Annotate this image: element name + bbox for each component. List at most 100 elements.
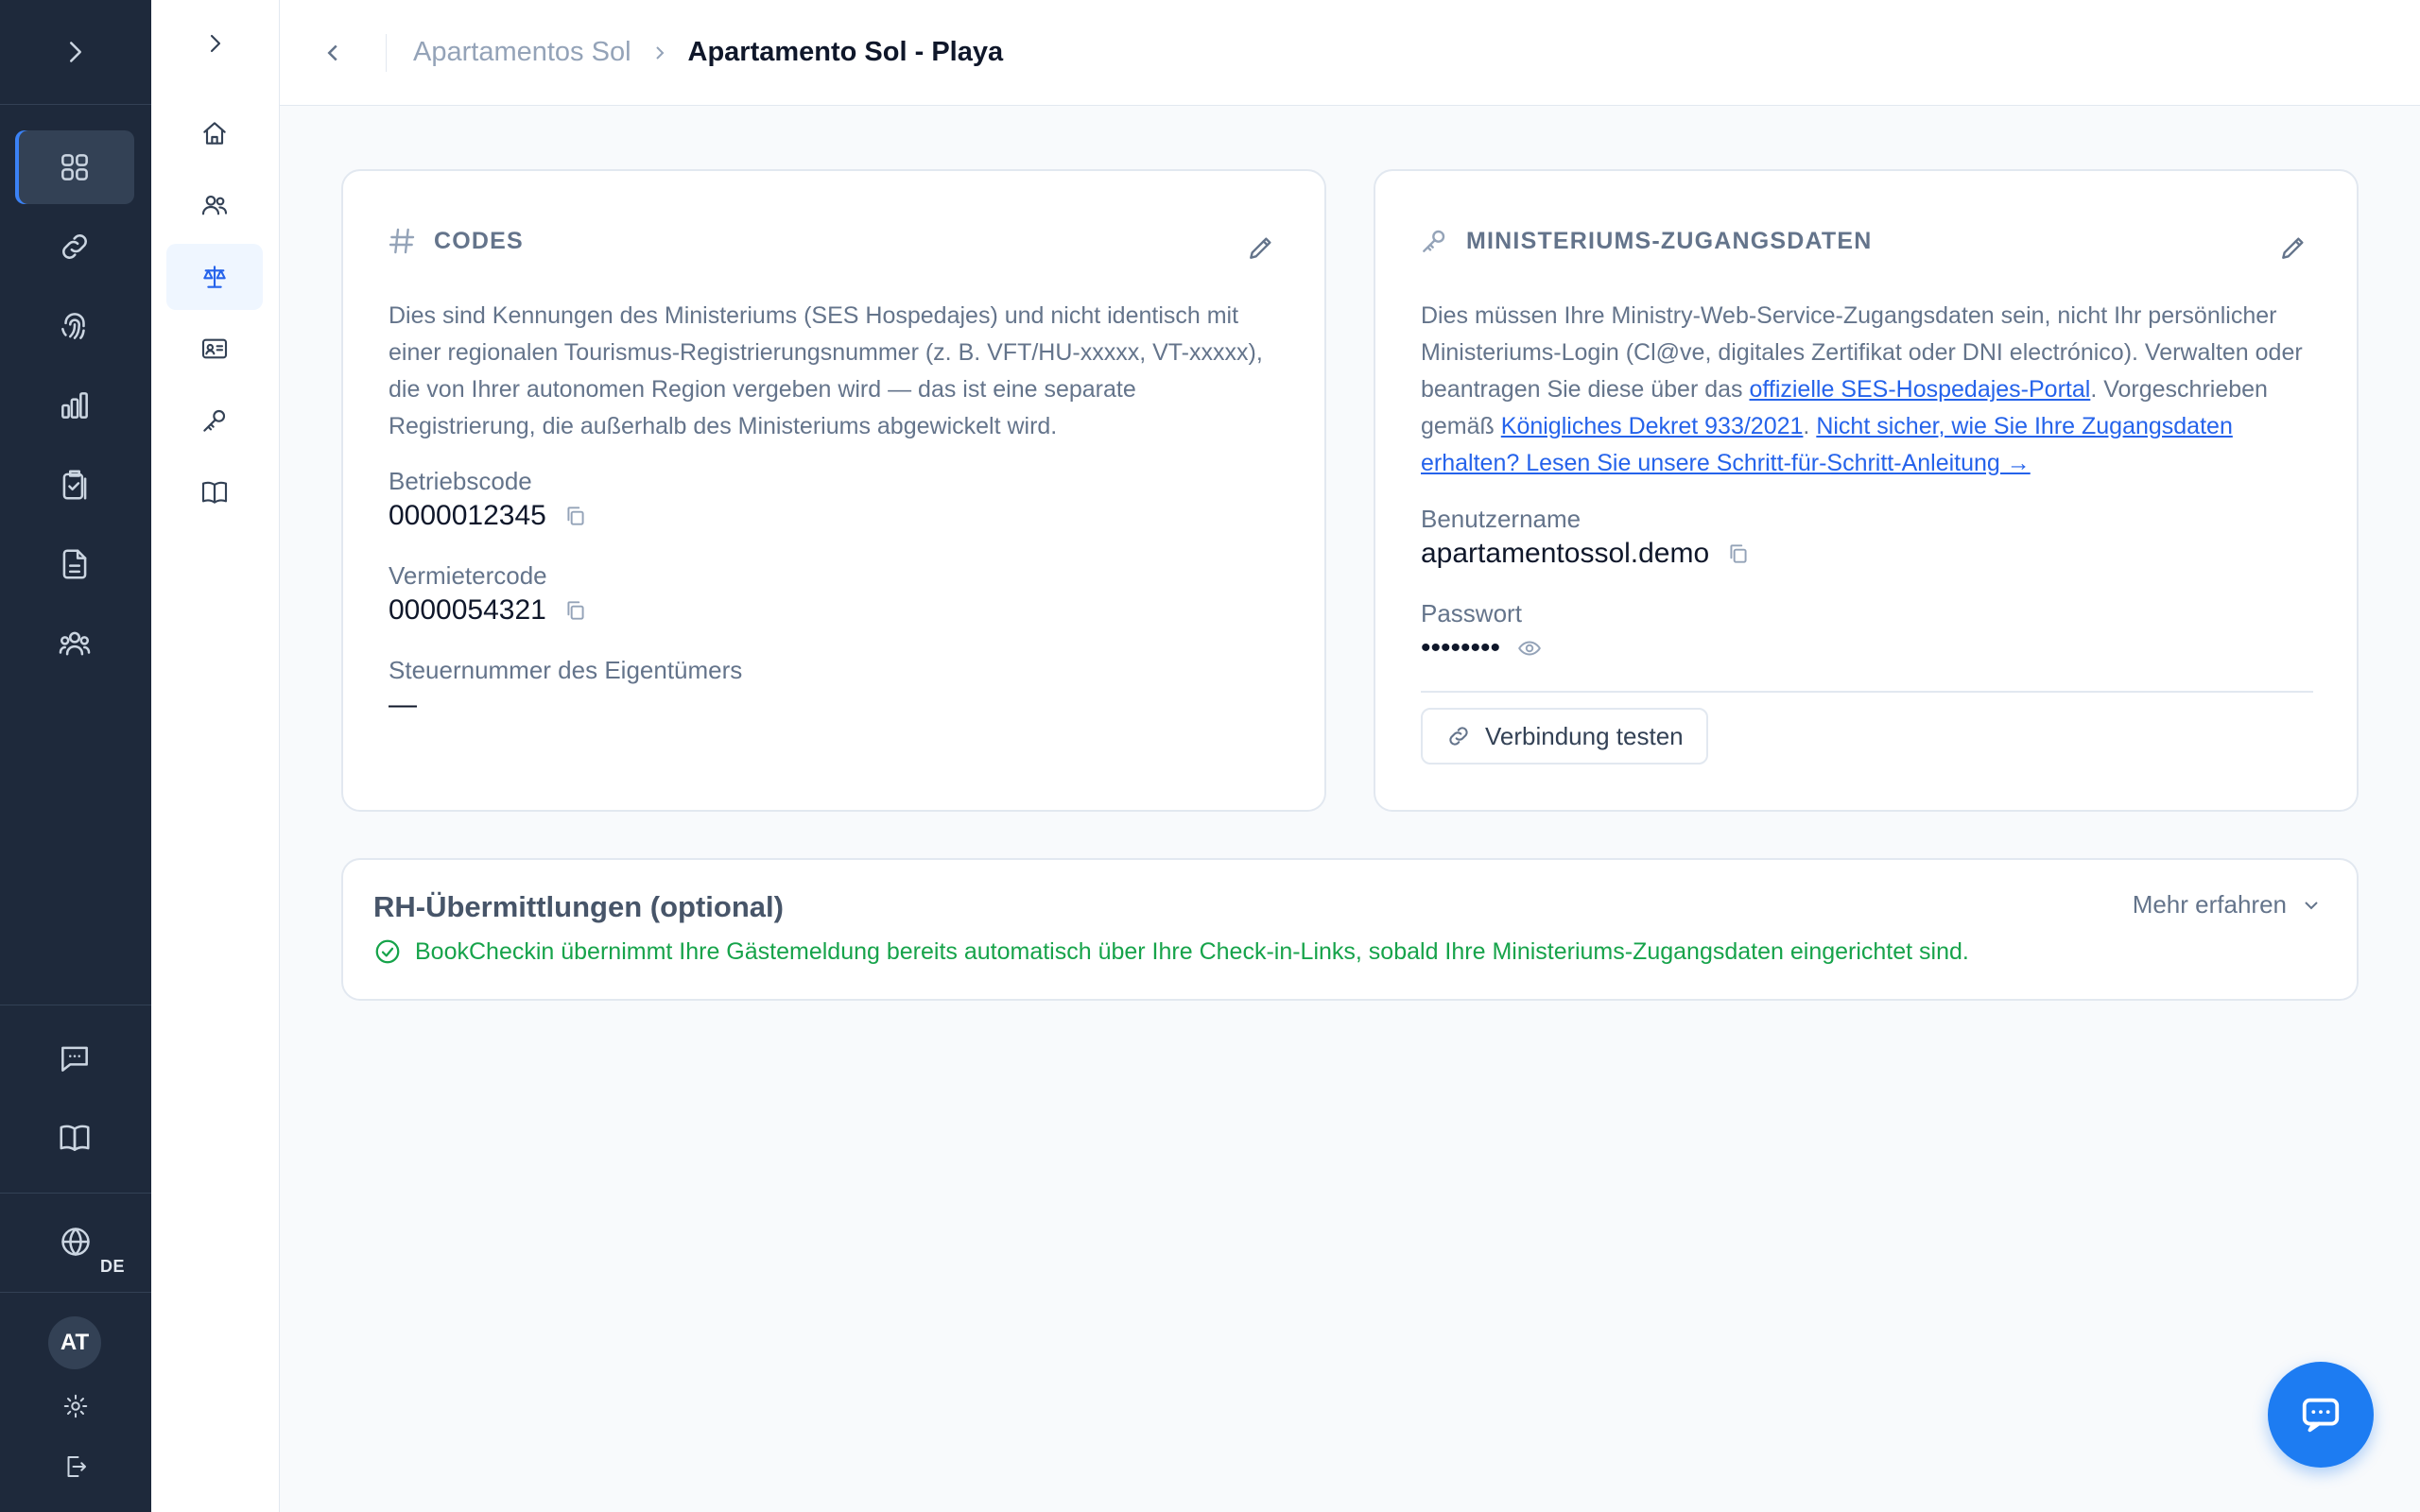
key-icon <box>1423 230 1445 252</box>
pencil-icon <box>2282 237 2304 259</box>
book-icon <box>60 1125 90 1151</box>
logout-icon <box>67 1456 86 1477</box>
language-switcher[interactable] <box>0 1194 151 1289</box>
learn-more-label: Mehr erfahren <box>2132 890 2287 919</box>
copy-icon[interactable] <box>563 504 588 528</box>
avatar[interactable]: AT <box>48 1316 101 1369</box>
subnav-item-home[interactable] <box>166 100 263 166</box>
field-label-password: Passwort <box>1421 599 1522 627</box>
field-value-vermietercode: 0000054321 <box>389 594 588 627</box>
rail-item-team[interactable] <box>15 607 134 680</box>
rail-item-statistics[interactable] <box>15 369 134 442</box>
rail-item-dashboard[interactable] <box>15 130 134 204</box>
rh-submissions-card: RH-Übermittlungen (optional) Mehr erfahr… <box>341 858 2359 1001</box>
logout-button[interactable] <box>0 1443 151 1490</box>
check-circle-icon <box>375 939 400 964</box>
hash-icon <box>389 228 415 254</box>
codes-card-heading: CODES <box>434 227 524 254</box>
field-value-steuernummer: — <box>389 689 417 721</box>
rail-divider <box>0 1292 151 1293</box>
globe-icon <box>61 1228 90 1256</box>
rail-item-documents[interactable] <box>15 527 134 601</box>
edit-credentials-button[interactable] <box>2275 230 2311 266</box>
link-icon <box>62 234 87 259</box>
breadcrumb-parent[interactable]: Apartamentos Sol <box>413 37 631 68</box>
betriebscode-value: 0000012345 <box>389 500 546 531</box>
test-connection-button[interactable]: Verbindung testen <box>1421 708 1708 765</box>
codes-card: CODES Dies sind Kennungen des Ministeriu… <box>341 169 1326 812</box>
rail-item-guide[interactable] <box>15 1101 134 1175</box>
chevron-left-icon <box>327 44 337 60</box>
page-header: Apartamentos Sol Apartamento Sol - Playa <box>280 0 2420 106</box>
gear-icon <box>63 1394 88 1418</box>
copy-icon[interactable] <box>1726 541 1751 566</box>
password-value: •••••••• <box>1421 632 1501 663</box>
chevron-right-icon <box>210 34 221 53</box>
eye-icon[interactable] <box>1517 636 1542 661</box>
royal-decree-link[interactable]: Königliches Dekret 933/2021 <box>1501 413 1804 439</box>
rh-card-title: RH-Übermittlungen (optional) <box>373 890 784 923</box>
subnav-item-access[interactable] <box>166 387 263 454</box>
chevron-down-icon <box>2305 901 2318 909</box>
field-label-steuernummer: Steuernummer des Eigentümers <box>389 656 743 684</box>
settings-button[interactable] <box>0 1383 151 1430</box>
rail-expand-button[interactable] <box>0 0 151 105</box>
subnav-item-legal[interactable] <box>166 244 263 310</box>
book-icon <box>201 481 228 504</box>
field-value-username: apartamentossol.demo <box>1421 538 1751 570</box>
ministry-credentials-card: MINISTERIUMS-ZUGANGSDATEN Dies müssen Ih… <box>1374 169 2359 812</box>
users-icon <box>201 196 228 215</box>
chevron-right-icon <box>655 45 664 60</box>
subnav-item-docs[interactable] <box>166 459 263 525</box>
field-label-username: Benutzername <box>1421 505 1582 533</box>
codes-description: Dies sind Kennungen des Ministeriums (SE… <box>389 302 1263 439</box>
fingerprint-icon <box>61 313 85 339</box>
rh-success-note: BookCheckin übernimmt Ihre Gästemeldung … <box>373 937 1969 966</box>
language-code: DE <box>100 1257 126 1276</box>
rail-item-checklist[interactable] <box>15 448 134 522</box>
field-label-vermietercode: Vermietercode <box>389 561 547 590</box>
rh-note-text: BookCheckin übernimmt Ihre Gästemeldung … <box>415 937 1969 965</box>
chat-icon <box>2302 1398 2340 1433</box>
subnav-expand-button[interactable] <box>151 17 280 70</box>
steuernummer-value: — <box>389 689 417 720</box>
test-connection-label: Verbindung testen <box>1485 721 1684 750</box>
credentials-divider <box>1421 691 2313 693</box>
header-divider <box>386 33 387 72</box>
page-title: Apartamento Sol - Playa <box>687 37 1004 67</box>
key-icon <box>203 409 226 432</box>
chevron-right-icon <box>69 42 82 62</box>
home-icon <box>203 122 226 145</box>
username-value: apartamentossol.demo <box>1421 538 1710 569</box>
field-value-password: •••••••• <box>1421 632 1542 664</box>
rail-item-links[interactable] <box>15 210 134 284</box>
link-icon <box>1449 727 1468 746</box>
pencil-icon <box>1250 237 1271 259</box>
subnav-item-registration[interactable] <box>166 316 263 382</box>
rail-item-identity[interactable] <box>15 289 134 363</box>
ministry-card-title: MINISTERIUMS-ZUGANGSDATEN <box>1419 226 1873 256</box>
subnav-item-guests[interactable] <box>166 172 263 238</box>
scales-icon <box>203 266 226 288</box>
codes-card-title: CODES <box>387 226 524 256</box>
ministry-card-heading: MINISTERIUMS-ZUGANGSDATEN <box>1466 227 1873 254</box>
chat-icon <box>61 1046 88 1072</box>
bar-chart-icon <box>61 392 88 419</box>
document-icon <box>62 549 87 579</box>
back-button[interactable] <box>280 0 386 106</box>
id-card-icon <box>201 338 228 359</box>
field-label-betriebscode: Betriebscode <box>389 467 532 495</box>
learn-more-toggle[interactable]: Mehr erfahren <box>2133 890 2323 919</box>
breadcrumb-separator <box>631 42 688 64</box>
dashboard-icon <box>61 154 88 180</box>
ses-portal-link[interactable]: offizielle SES-Hospedajes-Portal <box>1749 376 2090 403</box>
ministry-description: Dies müssen Ihre Ministry-Web-Service-Zu… <box>1421 298 2319 482</box>
rail-item-support-chat[interactable] <box>15 1022 134 1095</box>
copy-icon[interactable] <box>563 598 588 623</box>
users-group-icon <box>59 631 91 656</box>
desc-text-3: . <box>1803 413 1817 439</box>
secondary-nav <box>151 0 280 1512</box>
vermietercode-value: 0000054321 <box>389 594 546 626</box>
edit-codes-button[interactable] <box>1243 230 1279 266</box>
support-chat-button[interactable] <box>2268 1362 2374 1468</box>
